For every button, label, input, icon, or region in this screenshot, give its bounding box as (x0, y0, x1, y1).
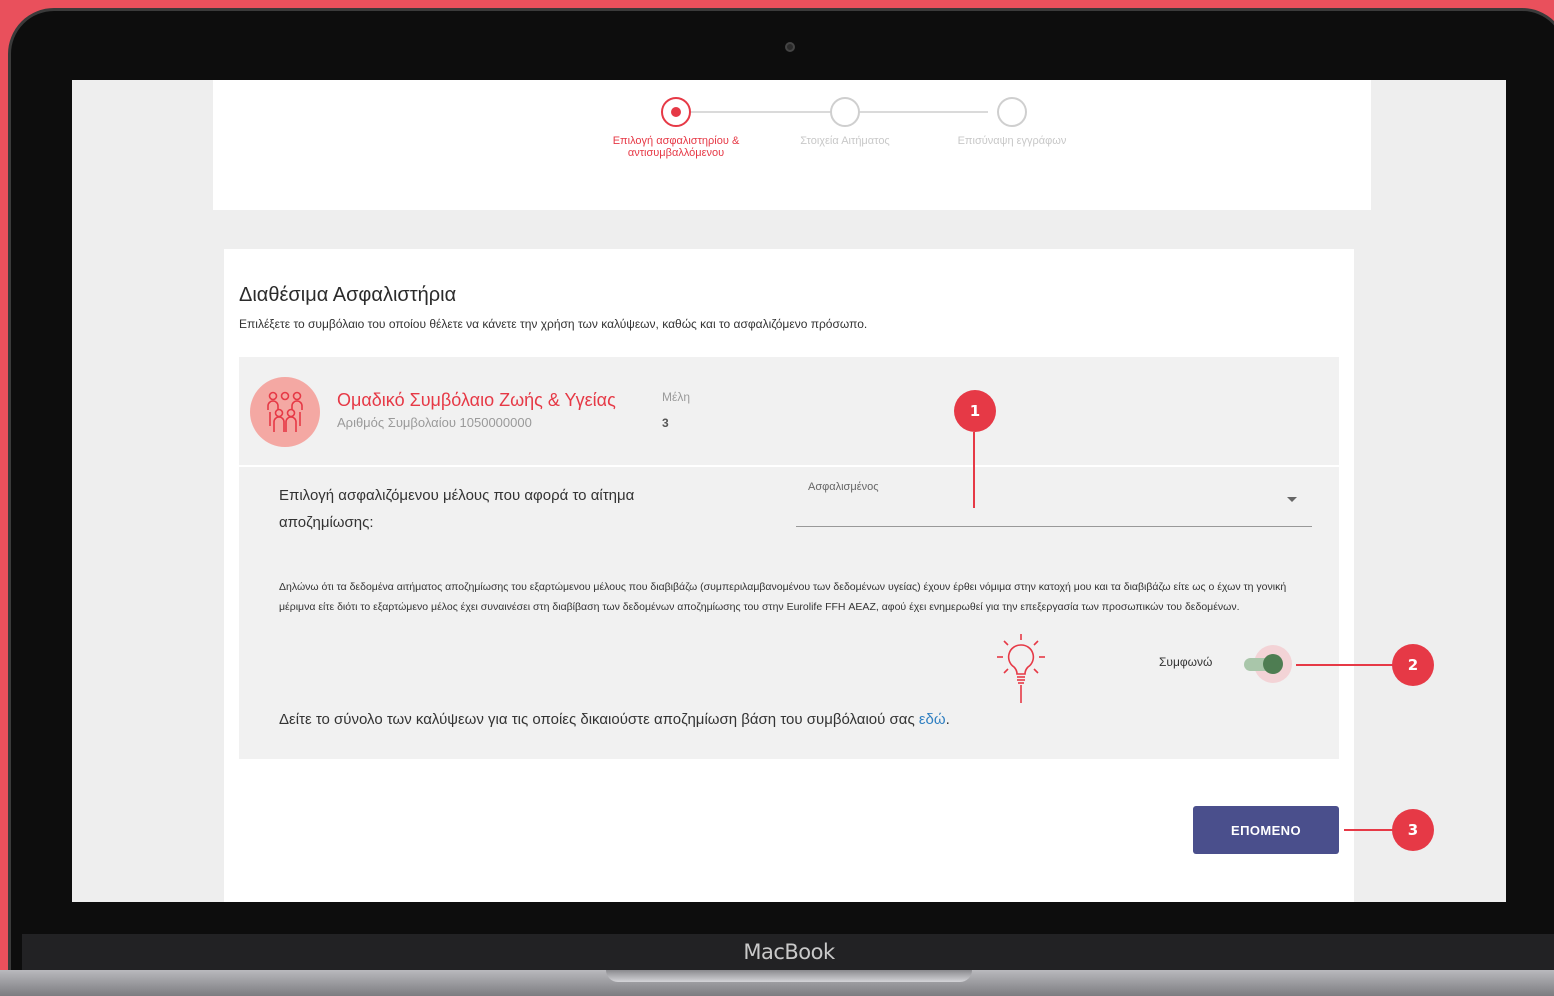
agree-label: Συμφωνώ (1159, 655, 1213, 669)
lightbulb-icon (997, 634, 1045, 703)
callout-line (1344, 829, 1394, 831)
step-circle-active (661, 97, 691, 127)
callout-line (1296, 664, 1394, 666)
members-label: Μέλη (662, 390, 691, 404)
step-label: Επιλογή ασφαλιστηρίου & αντισυμβαλλόμενο… (612, 135, 740, 159)
callout-line (973, 432, 975, 508)
device-label: MacBook (743, 940, 835, 964)
camera-icon (785, 42, 795, 52)
stepper: Επιλογή ασφαλιστηρίου & αντισυμβαλλόμενο… (213, 80, 1371, 210)
next-button[interactable]: ΕΠΟΜΕΝΟ (1193, 806, 1339, 854)
step-label: Στοιχεία Αιτήματος (800, 135, 890, 147)
app-screen: Επιλογή ασφαλιστηρίου & αντισυμβαλλόμενο… (72, 80, 1506, 902)
callout-3: 3 (1392, 809, 1434, 851)
members-count: 3 (662, 416, 669, 430)
policy-header[interactable]: Ομαδικό Συμβόλαιο Ζωής & Υγείας Αριθμός … (239, 357, 1339, 467)
dropdown-label: Ασφαλισμένος (808, 481, 879, 493)
policy-box: Ομαδικό Συμβόλαιο Ζωής & Υγείας Αριθμός … (239, 357, 1339, 759)
group-icon (250, 377, 320, 447)
callout-1: 1 (954, 390, 996, 432)
page-subtitle: Επιλέξετε το συμβόλαιο του οποίου θέλετε… (239, 317, 868, 331)
step-request-details[interactable]: Στοιχεία Αιτήματος (760, 97, 930, 147)
policies-card: Διαθέσιμα Ασφαλιστήρια Επιλέξετε το συμβ… (224, 249, 1354, 902)
agree-toggle[interactable] (1244, 645, 1292, 683)
callout-2: 2 (1392, 644, 1434, 686)
insured-member-dropdown[interactable]: Ασφαλισμένος (796, 475, 1312, 527)
step-attach-documents[interactable]: Επισύναψη εγγράφων (927, 97, 1097, 147)
laptop-chin: MacBook (22, 934, 1554, 970)
coverage-text: Δείτε το σύνολο των καλύψεων για τις οπο… (279, 711, 950, 728)
member-select-question: Επιλογή ασφαλιζόμενου μέλους που αφορά τ… (279, 487, 635, 531)
toggle-knob (1263, 654, 1283, 674)
consent-declaration: Δηλώνω ότι τα δεδομένα αιτήματος αποζημί… (279, 581, 1287, 613)
laptop-notch (606, 970, 972, 982)
page-title: Διαθέσιμα Ασφαλιστήρια (239, 284, 457, 306)
step-label: Επισύναψη εγγράφων (957, 135, 1067, 147)
step-policy-selection[interactable]: Επιλογή ασφαλιστηρίου & αντισυμβαλλόμενο… (591, 97, 761, 159)
policy-number: Αριθμός Συμβολαίου 1050000000 (337, 415, 532, 430)
chevron-down-icon (1287, 497, 1297, 502)
step-circle (830, 97, 860, 127)
policy-name: Ομαδικό Συμβόλαιο Ζωής & Υγείας (337, 390, 616, 410)
step-circle (997, 97, 1027, 127)
coverage-link[interactable]: εδώ (919, 711, 946, 728)
